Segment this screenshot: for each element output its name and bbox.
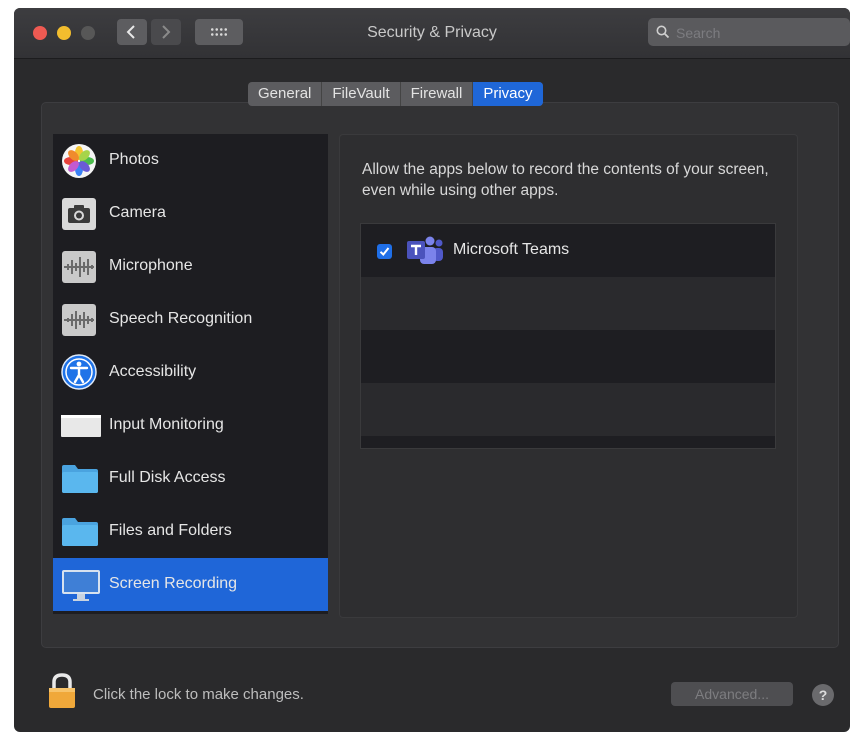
list-item [361, 383, 775, 436]
help-button[interactable]: ? [812, 684, 834, 706]
sidebar-item-label: Input Monitoring [109, 416, 224, 433]
camera-icon [62, 198, 96, 230]
sidebar-item-photos[interactable]: Photos [53, 134, 328, 187]
microsoft-teams-icon [407, 236, 443, 264]
app-name: Microsoft Teams [453, 241, 570, 258]
sidebar-item-microphone[interactable]: Microphone [53, 240, 328, 293]
advanced-button[interactable]: Advanced... [671, 682, 793, 706]
list-item [361, 330, 775, 383]
accessibility-icon [61, 354, 97, 390]
search-input[interactable] [674, 22, 838, 44]
tab-general[interactable]: General [248, 82, 323, 106]
search-icon [656, 25, 670, 39]
photos-icon [62, 144, 96, 178]
sidebar-item-label: Full Disk Access [109, 469, 226, 486]
sidebar-item-label: Accessibility [109, 363, 197, 380]
sidebar-item-label: Photos [109, 151, 159, 168]
display-icon [62, 570, 100, 601]
folder-icon [62, 518, 98, 546]
lock-icon[interactable] [47, 672, 77, 710]
privacy-detail-pane: Allow the apps below to record the conte… [339, 134, 798, 618]
tab-privacy[interactable]: Privacy [473, 82, 543, 106]
sidebar-item-full-disk-access[interactable]: Full Disk Access [53, 452, 328, 505]
search-field[interactable] [648, 18, 850, 46]
sidebar-item-screen-recording[interactable]: Screen Recording [53, 558, 328, 611]
sidebar-item-accessibility[interactable]: Accessibility [53, 346, 328, 399]
sidebar-item-label: Files and Folders [109, 522, 232, 539]
tab-bar: General FileVault Firewall Privacy [248, 82, 543, 106]
title-bar: Security & Privacy [14, 8, 850, 59]
sidebar-item-files-and-folders[interactable]: Files and Folders [53, 505, 328, 558]
list-item [361, 277, 775, 330]
app-list: Microsoft Teams [360, 223, 776, 449]
sidebar-item-input-monitoring[interactable]: Input Monitoring [53, 399, 328, 452]
tab-firewall[interactable]: Firewall [401, 82, 474, 106]
sidebar-item-label: Camera [109, 204, 166, 221]
checkmark-icon [379, 247, 390, 256]
privacy-category-list: Photos Camera Microphone Speech Recognit… [53, 134, 328, 614]
screen-recording-description: Allow the apps below to record the conte… [362, 161, 769, 199]
sidebar-item-label: Screen Recording [109, 575, 238, 592]
speech-recognition-icon [62, 304, 96, 336]
lock-message: Click the lock to make changes. [93, 686, 304, 703]
microphone-icon [62, 251, 96, 283]
sidebar-item-label: Speech Recognition [109, 310, 253, 327]
microsoft-teams-checkbox[interactable] [377, 244, 392, 259]
keyboard-icon [61, 415, 101, 437]
list-item[interactable]: Microsoft Teams [361, 224, 775, 277]
folder-icon [62, 465, 98, 493]
tab-filevault[interactable]: FileVault [322, 82, 401, 106]
sidebar-item-speech-recognition[interactable]: Speech Recognition [53, 293, 328, 346]
sidebar-item-label: Microphone [109, 257, 193, 274]
sidebar-item-camera[interactable]: Camera [53, 187, 328, 240]
